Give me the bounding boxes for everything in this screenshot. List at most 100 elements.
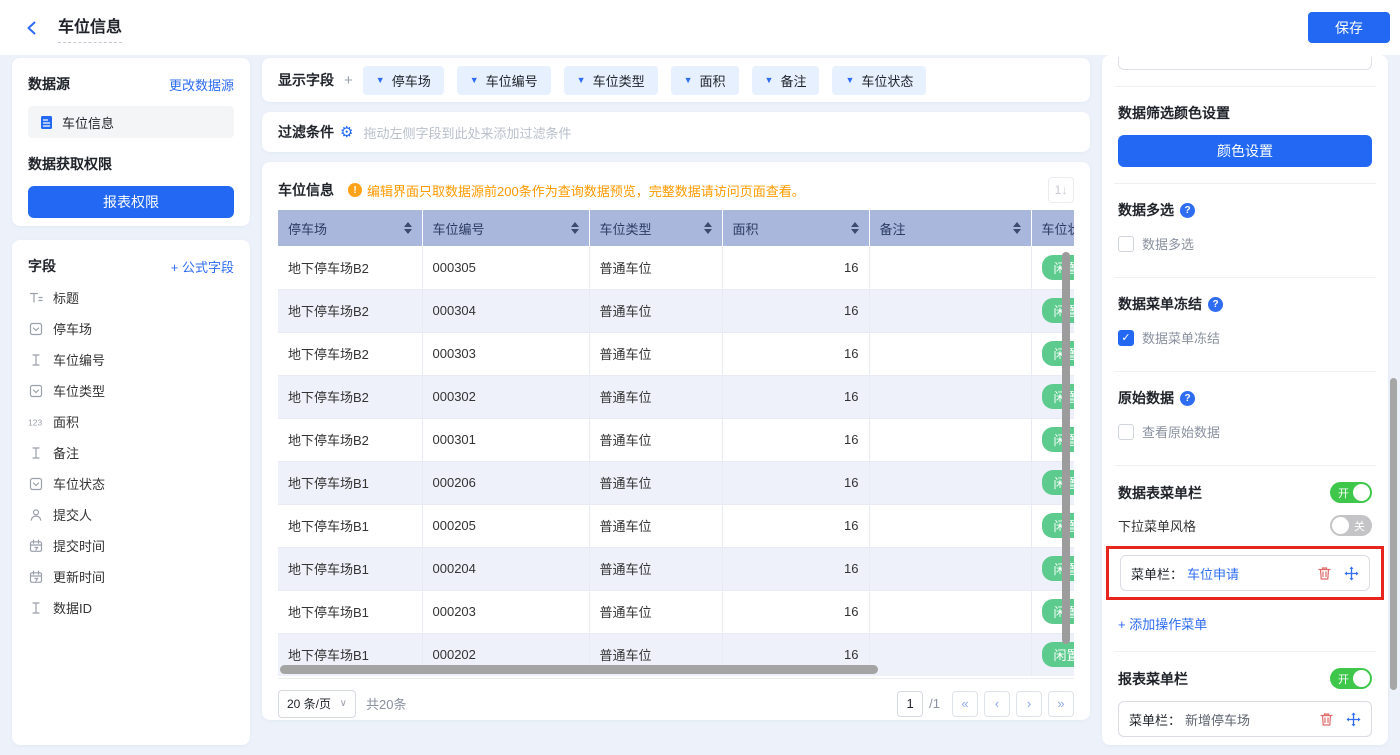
multi-select-label: 数据多选 — [1142, 234, 1194, 253]
menu-item-box[interactable]: 菜单栏： 新增停车场 — [1118, 701, 1372, 737]
trash-icon[interactable] — [1317, 566, 1332, 581]
table-row[interactable]: 地下停车场B2000305普通车位16闲置 — [278, 246, 1074, 289]
sort-carets-icon[interactable] — [571, 222, 579, 234]
field-item[interactable]: 标题 — [28, 282, 234, 313]
table-row[interactable]: 地下停车场B1000204普通车位16闲置 — [278, 547, 1074, 590]
table-row[interactable]: 地下停车场B1000205普通车位16闲置 — [278, 504, 1074, 547]
field-item[interactable]: 提交时间 — [28, 530, 234, 561]
column-header[interactable]: 车位状态 — [1031, 210, 1074, 246]
chevron-down-icon[interactable]: ▼ — [765, 75, 774, 85]
table-row[interactable]: 地下停车场B2000303普通车位16闲置 — [278, 332, 1074, 375]
field-item[interactable]: 停车场 — [28, 313, 234, 344]
raw-data-title: 原始数据 — [1118, 388, 1174, 408]
table-row[interactable]: 地下停车场B1000206普通车位16闲置 — [278, 461, 1074, 504]
chip-label: 备注 — [780, 71, 806, 90]
dropdown-style-toggle[interactable]: 关 — [1330, 515, 1372, 536]
field-item[interactable]: 备注 — [28, 437, 234, 468]
table-row[interactable]: 地下停车场B2000304普通车位16闲置 — [278, 289, 1074, 332]
column-header[interactable]: 备注 — [869, 210, 1031, 246]
chevron-down-icon[interactable]: ▼ — [845, 75, 854, 85]
display-field-chip[interactable]: ▼ 备注 — [752, 66, 820, 95]
display-field-chip[interactable]: ▼车位类型 — [564, 66, 658, 95]
cell-note — [869, 289, 1031, 332]
multi-select-checkbox[interactable] — [1118, 236, 1134, 252]
menu-value[interactable]: 新增停车场 — [1185, 710, 1250, 729]
report-menu-toggle[interactable]: 开 — [1330, 668, 1372, 689]
chip-label: 车位状态 — [861, 71, 913, 90]
field-item[interactable]: 车位状态 — [28, 468, 234, 499]
column-header[interactable]: 车位编号 — [422, 210, 589, 246]
display-field-chip[interactable]: ▼ 停车场 — [363, 66, 444, 95]
page-size-value: 20 条/页 — [287, 695, 331, 712]
help-icon[interactable]: ? — [1180, 391, 1195, 406]
cell-note — [869, 590, 1031, 633]
menu-value[interactable]: 车位申请 — [1187, 564, 1239, 583]
table-horizontal-scrollbar[interactable] — [280, 665, 878, 674]
table-row[interactable]: 地下停车场B1000203普通车位16闲置 — [278, 590, 1074, 633]
page-number-input[interactable]: 1 — [897, 691, 923, 717]
chevron-down-icon[interactable]: ▼ — [577, 75, 586, 85]
datasource-item-label: 车位信息 — [62, 113, 114, 132]
field-label: 面积 — [53, 412, 79, 431]
table-menu-toggle[interactable]: 开 — [1330, 482, 1372, 503]
raw-data-checkbox[interactable] — [1118, 424, 1134, 440]
display-field-chip[interactable]: ▼ 车位状态 — [832, 66, 926, 95]
field-item[interactable]: 数据ID — [28, 592, 234, 623]
add-action-menu-link[interactable]: + 添加操作菜单 — [1118, 614, 1207, 633]
sort-carets-icon[interactable] — [704, 222, 712, 234]
prev-page-button[interactable]: ‹ — [984, 691, 1010, 717]
report-permission-button[interactable]: 报表权限 — [28, 186, 234, 218]
move-icon[interactable] — [1344, 566, 1359, 581]
help-icon[interactable]: ? — [1180, 203, 1195, 218]
sort-carets-icon[interactable] — [1013, 222, 1021, 234]
field-item[interactable]: 车位类型 — [28, 375, 234, 406]
trash-icon[interactable] — [1319, 712, 1334, 727]
chevron-down-icon[interactable]: ▼ — [470, 75, 479, 85]
last-page-button[interactable]: » — [1048, 691, 1074, 717]
raw-data-label: 查看原始数据 — [1142, 422, 1220, 441]
field-item[interactable]: 更新时间 — [28, 561, 234, 592]
chevron-down-icon[interactable]: ▼ — [376, 75, 385, 85]
first-page-button[interactable]: « — [952, 691, 978, 717]
page-total-label: /1 — [929, 696, 940, 711]
field-item[interactable]: 提交人 — [28, 499, 234, 530]
field-item[interactable]: 123 面积 — [28, 406, 234, 437]
color-settings-button[interactable]: 颜色设置 — [1118, 135, 1372, 167]
page-title[interactable]: 车位信息 — [58, 13, 122, 43]
filter-bar[interactable]: 过滤条件 ⚙ 拖动左侧字段到此处来添加过滤条件 — [262, 112, 1090, 152]
move-icon[interactable] — [1346, 712, 1361, 727]
svg-text:123: 123 — [28, 417, 42, 427]
table-row[interactable]: 地下停车场B2000301普通车位16闲置 — [278, 418, 1074, 461]
chevron-down-icon[interactable]: ▼ — [684, 75, 693, 85]
display-field-chip[interactable]: ▼车位编号 — [457, 66, 551, 95]
change-datasource-link[interactable]: 更改数据源 — [169, 75, 234, 94]
chevron-down-icon: ∨ — [340, 698, 347, 709]
back-icon[interactable] — [24, 20, 40, 36]
column-header[interactable]: 停车场 — [278, 210, 422, 246]
add-formula-field-link[interactable]: + 公式字段 — [171, 257, 234, 276]
table-row[interactable]: 地下停车场B2000302普通车位16闲置 — [278, 375, 1074, 418]
next-page-button[interactable]: › — [1016, 691, 1042, 717]
field-item[interactable]: 车位编号 — [28, 344, 234, 375]
sort-order-icon[interactable]: 1↓ — [1048, 177, 1074, 203]
menu-freeze-checkbox[interactable]: ✓ — [1118, 330, 1134, 346]
gear-icon[interactable]: ⚙ — [340, 123, 353, 141]
page-size-select[interactable]: 20 条/页 ∨ — [278, 690, 356, 718]
column-header[interactable]: 面积 — [722, 210, 869, 246]
help-icon[interactable]: ? — [1208, 297, 1223, 312]
cell-space-code: 000305 — [422, 246, 589, 289]
sort-carets-icon[interactable] — [851, 222, 859, 234]
add-display-field-button[interactable]: + — [344, 72, 353, 89]
display-field-chip[interactable]: ▼面积 — [671, 66, 739, 95]
cell-space-type: 普通车位 — [589, 504, 722, 547]
table-vertical-scrollbar[interactable] — [1062, 252, 1070, 644]
datasource-item[interactable]: 车位信息 — [28, 106, 234, 138]
chip-label: 停车场 — [392, 71, 431, 90]
window-scrollbar[interactable] — [1390, 378, 1397, 690]
save-button[interactable]: 保存 — [1308, 12, 1390, 43]
cell-space-code: 000206 — [422, 461, 589, 504]
menu-item-box[interactable]: 菜单栏： 车位申请 — [1120, 555, 1370, 591]
column-header[interactable]: 车位类型 — [589, 210, 722, 246]
filter-label: 过滤条件 — [278, 122, 334, 142]
sort-carets-icon[interactable] — [404, 222, 412, 234]
